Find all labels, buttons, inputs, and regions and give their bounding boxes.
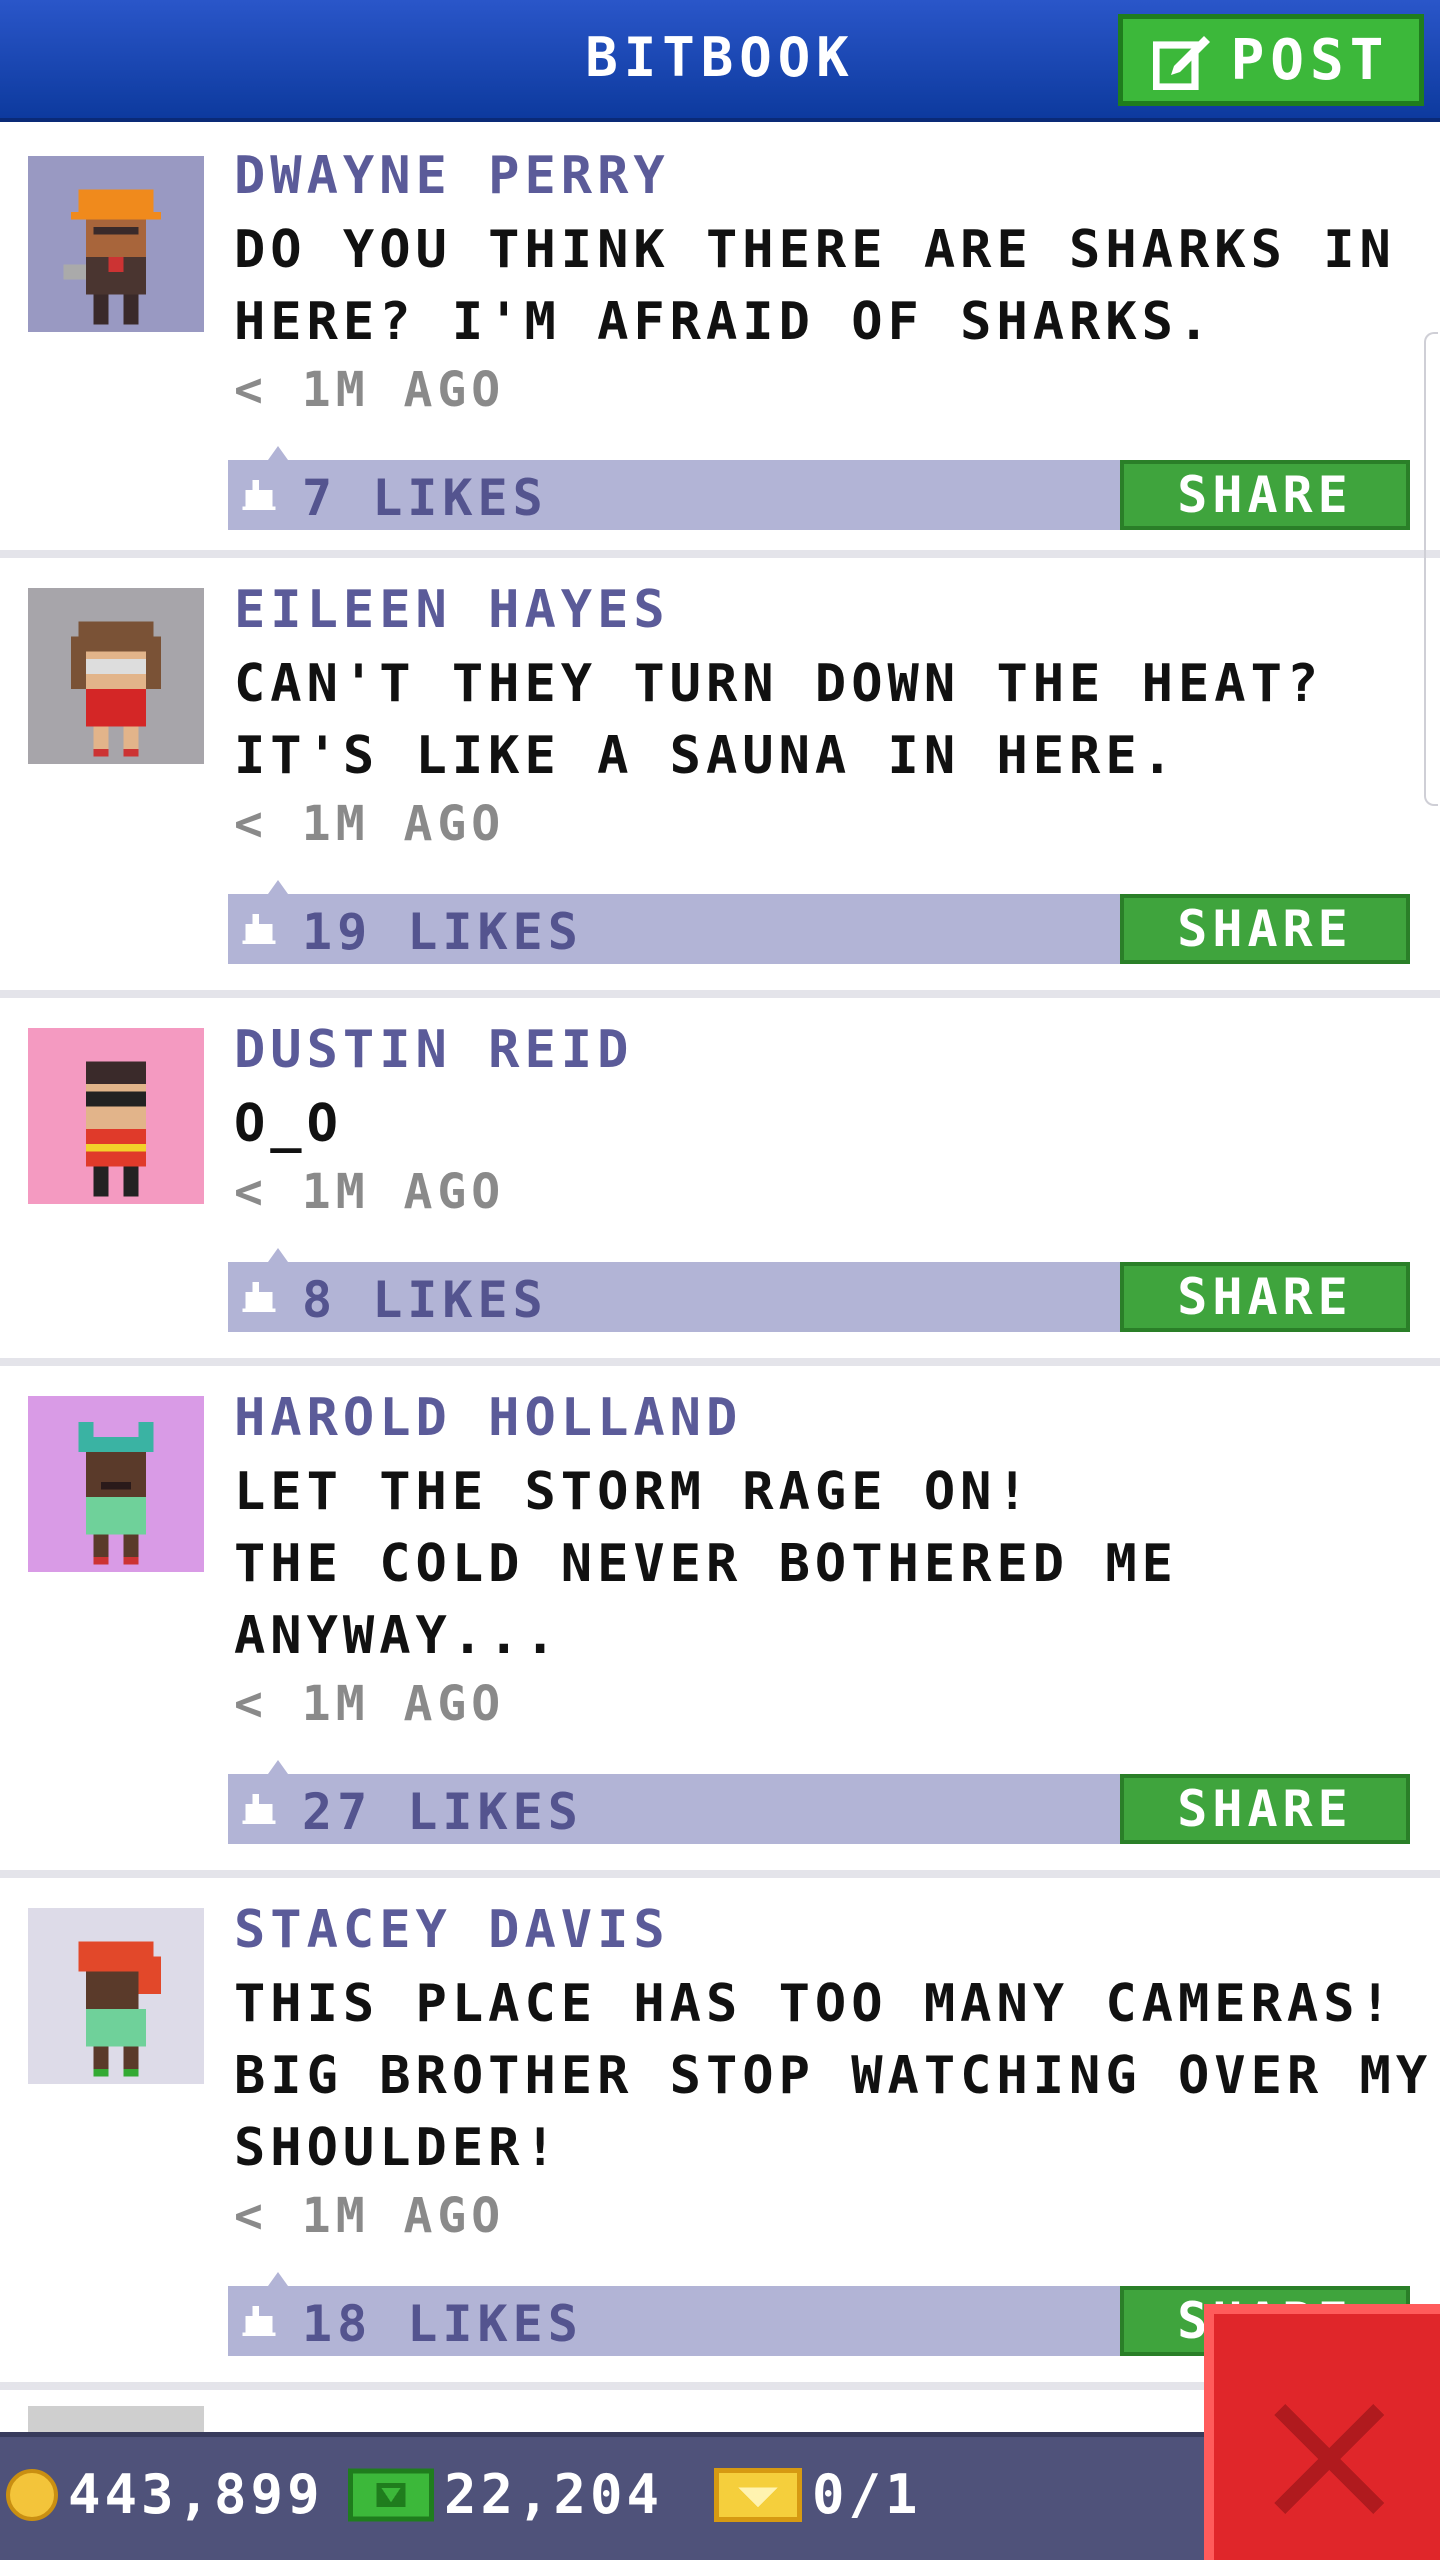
- avatar[interactable]: [28, 2406, 204, 2434]
- tickets-value: 0/1: [812, 2463, 922, 2526]
- post-author[interactable]: HAROLD HOLLAND: [234, 1388, 742, 1448]
- post-button-label: POST: [1230, 27, 1390, 93]
- post-edit-icon: [1152, 36, 1210, 90]
- scrollbar[interactable]: [1424, 332, 1438, 806]
- message-line: DO YOU THINK THERE ARE SHARKS IN: [234, 220, 1396, 280]
- avatar[interactable]: [28, 1396, 204, 1572]
- like-bar[interactable]: 27 LIKES SHARE: [228, 1760, 1410, 1844]
- bux-stat: 22,204: [348, 2463, 663, 2526]
- post-author[interactable]: DWAYNE PERRY: [234, 146, 670, 206]
- like-bar-notch: [268, 880, 288, 894]
- coins-value: 443,899: [68, 2463, 324, 2526]
- post-time: < 1M AGO: [234, 362, 506, 418]
- message-line: IT'S LIKE A SAUNA IN HERE.: [234, 726, 1178, 786]
- post-button[interactable]: POST: [1118, 14, 1424, 106]
- feed-post: DUSTIN REID O_O < 1M AGO 8 LIKES SHARE: [0, 998, 1440, 1366]
- like-bar-notch: [268, 1248, 288, 1262]
- like-bar[interactable]: 8 LIKES SHARE: [228, 1248, 1410, 1332]
- post-message: THIS PLACE HAS TOO MANY CAMERAS! BIG BRO…: [234, 1968, 1432, 2184]
- close-button[interactable]: [1204, 2304, 1440, 2560]
- feed-post: HAROLD HOLLAND LET THE STORM RAGE ON! TH…: [0, 1366, 1440, 1878]
- masked-avatar-icon: [86, 1061, 146, 1197]
- post-message: O_O: [234, 1088, 343, 1160]
- post-author[interactable]: DUSTIN REID: [234, 1020, 633, 1080]
- like-bar-notch: [268, 1760, 288, 1774]
- message-line: THE COLD NEVER BOTHERED ME: [234, 1534, 1178, 1594]
- like-count: 27 LIKES: [302, 1783, 583, 1841]
- worker-avatar-icon: [63, 189, 161, 325]
- message-line: CAN'T THEY TURN DOWN THE HEAT?: [234, 654, 1324, 714]
- bux-icon: [348, 2468, 434, 2521]
- post-author[interactable]: EILEEN HAYES: [234, 580, 670, 640]
- like-count: 18 LIKES: [302, 2295, 583, 2353]
- like-count: 8 LIKES: [302, 1271, 548, 1329]
- message-line: BIG BROTHER STOP WATCHING OVER MY: [234, 2046, 1433, 2106]
- thumbs-up-icon: [242, 914, 276, 944]
- thumbs-up-icon: [242, 480, 276, 510]
- like-bar[interactable]: 19 LIKES SHARE: [228, 880, 1410, 964]
- message-line: HERE? I'M AFRAID OF SHARKS.: [234, 292, 1215, 352]
- ticket-icon: [714, 2467, 802, 2522]
- thumbs-up-icon: [242, 1282, 276, 1312]
- share-button[interactable]: SHARE: [1120, 1262, 1410, 1332]
- message-line: LET THE STORM RAGE ON!: [234, 1462, 1033, 1522]
- like-bar[interactable]: 7 LIKES SHARE: [228, 446, 1410, 530]
- thumbs-up-icon: [242, 1794, 276, 1824]
- avatar[interactable]: [28, 156, 204, 332]
- post-author[interactable]: STACEY DAVIS: [234, 1900, 670, 1960]
- close-icon: [1274, 2404, 1384, 2514]
- cat-ears-avatar-icon: [78, 1422, 154, 1565]
- share-button[interactable]: SHARE: [1120, 894, 1410, 964]
- post-time: < 1M AGO: [234, 1676, 506, 1732]
- post-message: LET THE STORM RAGE ON! THE COLD NEVER BO…: [234, 1456, 1178, 1672]
- like-count: 7 LIKES: [302, 469, 548, 527]
- like-bar-notch: [268, 446, 288, 460]
- tickets-stat: 0/1: [714, 2463, 922, 2526]
- message-line: SHOULDER!: [234, 2118, 561, 2178]
- like-bar-notch: [268, 2272, 288, 2286]
- message-line: O_O: [234, 1094, 343, 1154]
- post-message: DO YOU THINK THERE ARE SHARKS IN HERE? I…: [234, 214, 1396, 358]
- avatar[interactable]: [28, 1908, 204, 2084]
- thumbs-up-icon: [242, 2306, 276, 2336]
- bux-value: 22,204: [444, 2463, 664, 2526]
- like-count: 19 LIKES: [302, 903, 583, 961]
- post-time: < 1M AGO: [234, 2188, 506, 2244]
- avatar[interactable]: [28, 588, 204, 764]
- post-time: < 1M AGO: [234, 1164, 506, 1220]
- feed-post: DWAYNE PERRY DO YOU THINK THERE ARE SHAR…: [0, 126, 1440, 558]
- share-button[interactable]: SHARE: [1120, 1774, 1410, 1844]
- avatar[interactable]: [28, 1028, 204, 1204]
- red-hair-avatar-icon: [78, 1941, 161, 2077]
- post-time: < 1M AGO: [234, 796, 506, 852]
- woman-avatar-icon: [71, 621, 161, 757]
- feed-post: EILEEN HAYES CAN'T THEY TURN DOWN THE HE…: [0, 558, 1440, 998]
- coin-icon: [6, 2468, 58, 2521]
- coins-stat: 443,899: [6, 2463, 324, 2526]
- message-line: ANYWAY...: [234, 1606, 561, 1666]
- message-line: THIS PLACE HAS TOO MANY CAMERAS!: [234, 1974, 1396, 2034]
- share-button[interactable]: SHARE: [1120, 460, 1410, 530]
- header-bar: BITBOOK POST: [0, 0, 1440, 122]
- post-message: CAN'T THEY TURN DOWN THE HEAT? IT'S LIKE…: [234, 648, 1323, 792]
